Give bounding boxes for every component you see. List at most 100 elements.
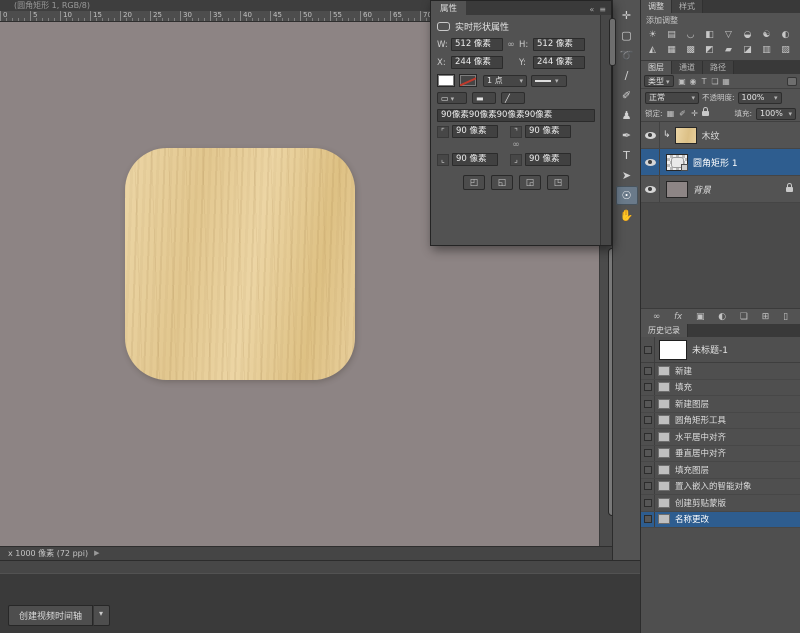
vibrance-icon[interactable]: ▽ bbox=[719, 27, 738, 42]
layer-row[interactable]: 背景 bbox=[641, 176, 800, 203]
layer-name[interactable]: 圆角矩形 1 bbox=[693, 156, 738, 169]
history-step-row[interactable]: 新建图层 bbox=[641, 396, 800, 413]
fill-input[interactable]: 100% bbox=[756, 108, 796, 120]
eye-icon[interactable] bbox=[645, 159, 656, 166]
history-brush-source-box[interactable] bbox=[644, 400, 652, 408]
lock-all-icon[interactable] bbox=[702, 111, 709, 116]
visibility-well[interactable] bbox=[641, 122, 660, 148]
opacity-input[interactable]: 100% bbox=[738, 92, 782, 104]
history-step-row[interactable]: 新建 bbox=[641, 363, 800, 380]
eyedropper-tool[interactable]: ∕ bbox=[616, 66, 638, 85]
layer-filter-type-select[interactable]: 类型 bbox=[644, 75, 674, 87]
history-step-row[interactable]: 填充 bbox=[641, 380, 800, 397]
history-step-row[interactable]: 创建剪贴蒙版 bbox=[641, 495, 800, 512]
history-brush-source-box[interactable] bbox=[644, 416, 652, 424]
combine-shapes-button[interactable]: ◰ bbox=[463, 175, 485, 190]
history-brush-well[interactable] bbox=[641, 380, 655, 396]
filter-pixel-icon[interactable]: ▣ bbox=[677, 77, 688, 86]
history-brush-well[interactable] bbox=[641, 363, 655, 379]
layer-filter-toggle[interactable] bbox=[787, 77, 797, 86]
color-lookup-icon[interactable]: ▩ bbox=[681, 42, 700, 57]
layer-style-icon[interactable]: fx bbox=[674, 310, 682, 324]
history-step-row[interactable]: 水平居中对齐 bbox=[641, 429, 800, 446]
width-input[interactable]: 512 像素 bbox=[451, 38, 503, 51]
history-brush-well[interactable] bbox=[641, 495, 655, 511]
collapse-panel-icon[interactable]: « bbox=[589, 5, 594, 14]
visibility-well[interactable] bbox=[641, 149, 660, 175]
layer-thumbnail[interactable] bbox=[666, 154, 688, 171]
history-brush-source-box[interactable] bbox=[644, 367, 652, 375]
intersect-shape-button[interactable]: ◲ bbox=[519, 175, 541, 190]
levels-icon[interactable]: ▤ bbox=[662, 27, 681, 42]
history-brush-well[interactable] bbox=[641, 396, 655, 412]
history-brush-source-box[interactable] bbox=[644, 482, 652, 490]
history-step-row[interactable]: 置入嵌入的智能对象 bbox=[641, 479, 800, 496]
history-step-row[interactable]: 圆角矩形工具 bbox=[641, 413, 800, 430]
x-input[interactable]: 244 像素 bbox=[451, 56, 503, 69]
tab-channels[interactable]: 通道 bbox=[672, 61, 703, 74]
filter-shape-icon[interactable]: ❏ bbox=[710, 77, 721, 86]
move-tool[interactable]: ✛ bbox=[616, 6, 638, 25]
radius-topleft-input[interactable]: 90 像素 bbox=[452, 125, 498, 138]
status-arrow-icon[interactable]: ▶ bbox=[94, 547, 99, 560]
history-brush-source-box[interactable] bbox=[644, 499, 652, 507]
tab-styles[interactable]: 样式 bbox=[672, 0, 703, 13]
history-brush-source-box[interactable] bbox=[644, 433, 652, 441]
subtract-shape-button[interactable]: ◱ bbox=[491, 175, 513, 190]
blend-mode-select[interactable]: 正常 bbox=[645, 92, 699, 104]
lasso-tool[interactable]: ➰ bbox=[616, 46, 638, 65]
link-dimensions-icon[interactable]: ∞ bbox=[507, 40, 515, 50]
clone-stamp-tool[interactable]: ♟ bbox=[616, 106, 638, 125]
history-brush-source-box[interactable] bbox=[644, 466, 652, 474]
new-layer-icon[interactable]: ⊞ bbox=[762, 310, 770, 324]
layer-name[interactable]: 木纹 bbox=[702, 129, 720, 142]
pen-tool[interactable]: ✒ bbox=[616, 126, 638, 145]
selective-color-icon[interactable]: ▨ bbox=[776, 42, 795, 57]
hue-saturation-icon[interactable]: ◒ bbox=[738, 27, 757, 42]
history-brush-well[interactable] bbox=[641, 462, 655, 478]
properties-scrollbar[interactable] bbox=[600, 15, 611, 245]
stroke-align-select[interactable]: ▭ bbox=[437, 92, 467, 104]
gradient-map-icon[interactable]: ▥ bbox=[757, 42, 776, 57]
lock-transparent-pixels-icon[interactable]: ▦ bbox=[666, 109, 676, 118]
threshold-icon[interactable]: ◪ bbox=[738, 42, 757, 57]
history-brush-source-box[interactable] bbox=[644, 383, 652, 391]
history-brush-well[interactable] bbox=[641, 479, 655, 495]
history-brush-well[interactable] bbox=[641, 446, 655, 462]
add-layer-mask-icon[interactable]: ▣ bbox=[696, 310, 705, 324]
3d-tool[interactable]: ☉ bbox=[616, 186, 638, 205]
filter-adjustment-icon[interactable]: ◉ bbox=[688, 77, 699, 86]
new-group-icon[interactable]: ❏ bbox=[740, 310, 748, 324]
stroke-corner-select[interactable]: ╱ bbox=[501, 92, 525, 104]
stroke-cap-select[interactable]: ▬ bbox=[472, 92, 496, 104]
lock-position-icon[interactable]: ✛ bbox=[690, 109, 700, 118]
tab-history[interactable]: 历史记录 bbox=[641, 324, 688, 337]
exposure-icon[interactable]: ◧ bbox=[700, 27, 719, 42]
height-input[interactable]: 512 像素 bbox=[533, 38, 585, 51]
invert-icon[interactable]: ◩ bbox=[700, 42, 719, 57]
photo-filter-icon[interactable]: ◭ bbox=[643, 42, 662, 57]
brush-tool[interactable]: ✐ bbox=[616, 86, 638, 105]
layer-thumbnail[interactable] bbox=[666, 181, 688, 198]
stroke-width-select[interactable]: 1 点 bbox=[483, 75, 527, 87]
corner-radius-summary-input[interactable]: 90像素90像素90像素90像素 bbox=[437, 109, 595, 122]
black-white-icon[interactable]: ◐ bbox=[776, 27, 795, 42]
history-snapshot-row[interactable]: 未标题-1 bbox=[641, 337, 800, 363]
history-brush-well[interactable] bbox=[641, 512, 655, 528]
layer-row[interactable]: 圆角矩形 1 bbox=[641, 149, 800, 176]
stroke-color-swatch[interactable] bbox=[459, 74, 477, 87]
marquee-tool[interactable]: ▢ bbox=[616, 26, 638, 45]
history-step-row[interactable]: 名称更改 bbox=[641, 512, 800, 529]
history-brush-well[interactable] bbox=[641, 337, 655, 362]
link-radii-icon[interactable]: ∞ bbox=[437, 140, 595, 150]
link-layers-icon[interactable]: ∞ bbox=[653, 310, 661, 324]
fill-color-swatch[interactable] bbox=[437, 74, 455, 87]
history-brush-source-box[interactable] bbox=[644, 515, 652, 523]
layer-thumbnail[interactable] bbox=[675, 127, 697, 144]
path-selection-tool[interactable]: ➤ bbox=[616, 166, 638, 185]
layer-name[interactable]: 背景 bbox=[693, 183, 711, 196]
eye-icon[interactable] bbox=[645, 186, 656, 193]
tab-layers[interactable]: 图层 bbox=[641, 61, 672, 74]
tab-adjustments[interactable]: 调整 bbox=[641, 0, 672, 13]
brightness-contrast-icon[interactable]: ☀ bbox=[643, 27, 662, 42]
